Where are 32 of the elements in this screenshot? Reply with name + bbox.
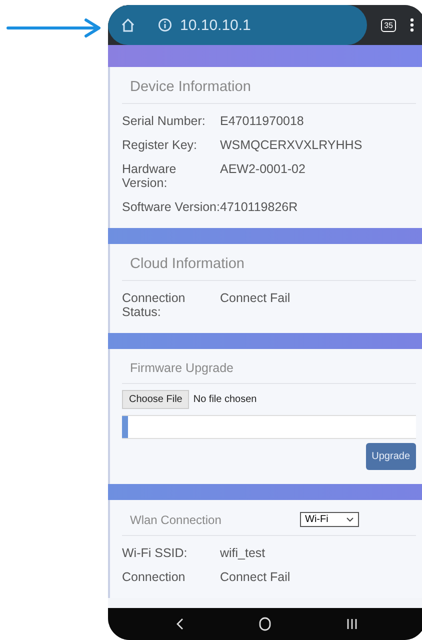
field-value: Connect Fail [220,570,290,584]
field-value: WSMQCERXVXLRYHHS [220,138,362,152]
choose-file-button[interactable]: Choose File [122,390,190,409]
field-value: AEW2-0001-02 [220,162,306,178]
section-title: Wlan Connection [129,512,222,526]
field-label: Register Key: [122,138,198,152]
tab-count-button[interactable]: 35 [381,18,396,32]
info-icon[interactable] [158,18,172,32]
field-label: Connection Status: [122,291,186,319]
field-label: Connection [122,570,186,584]
section-title: Device Information [129,79,252,95]
file-status-text: No file chosen [193,394,257,405]
field-label: Serial Number: [122,114,206,128]
field-value: wifi_test [220,546,266,560]
connection-select[interactable]: Wi-Fi [300,512,360,527]
home-button-icon[interactable] [258,617,271,631]
field-label: Software Version: [122,200,220,214]
menu-icon[interactable] [410,18,414,32]
field-label: Hardware Version: [122,162,178,190]
section-title: Firmware Upgrade [129,361,235,375]
back-icon[interactable] [176,618,184,630]
address-bar[interactable]: 10.10.10.1 [108,5,368,45]
field-value: E47011970018 [220,114,304,128]
url-text: 10.10.10.1 [180,16,251,34]
field-label: Wi-Fi SSID: [122,546,188,560]
field-value: 4710119826R [220,200,298,214]
field-value: Connect Fail [220,291,290,307]
home-icon[interactable] [120,17,136,33]
section-title: Cloud Information [129,256,246,272]
upgrade-button[interactable]: Upgrade [366,443,416,470]
chevron-down-icon [346,517,354,522]
recent-apps-icon[interactable] [346,618,358,630]
